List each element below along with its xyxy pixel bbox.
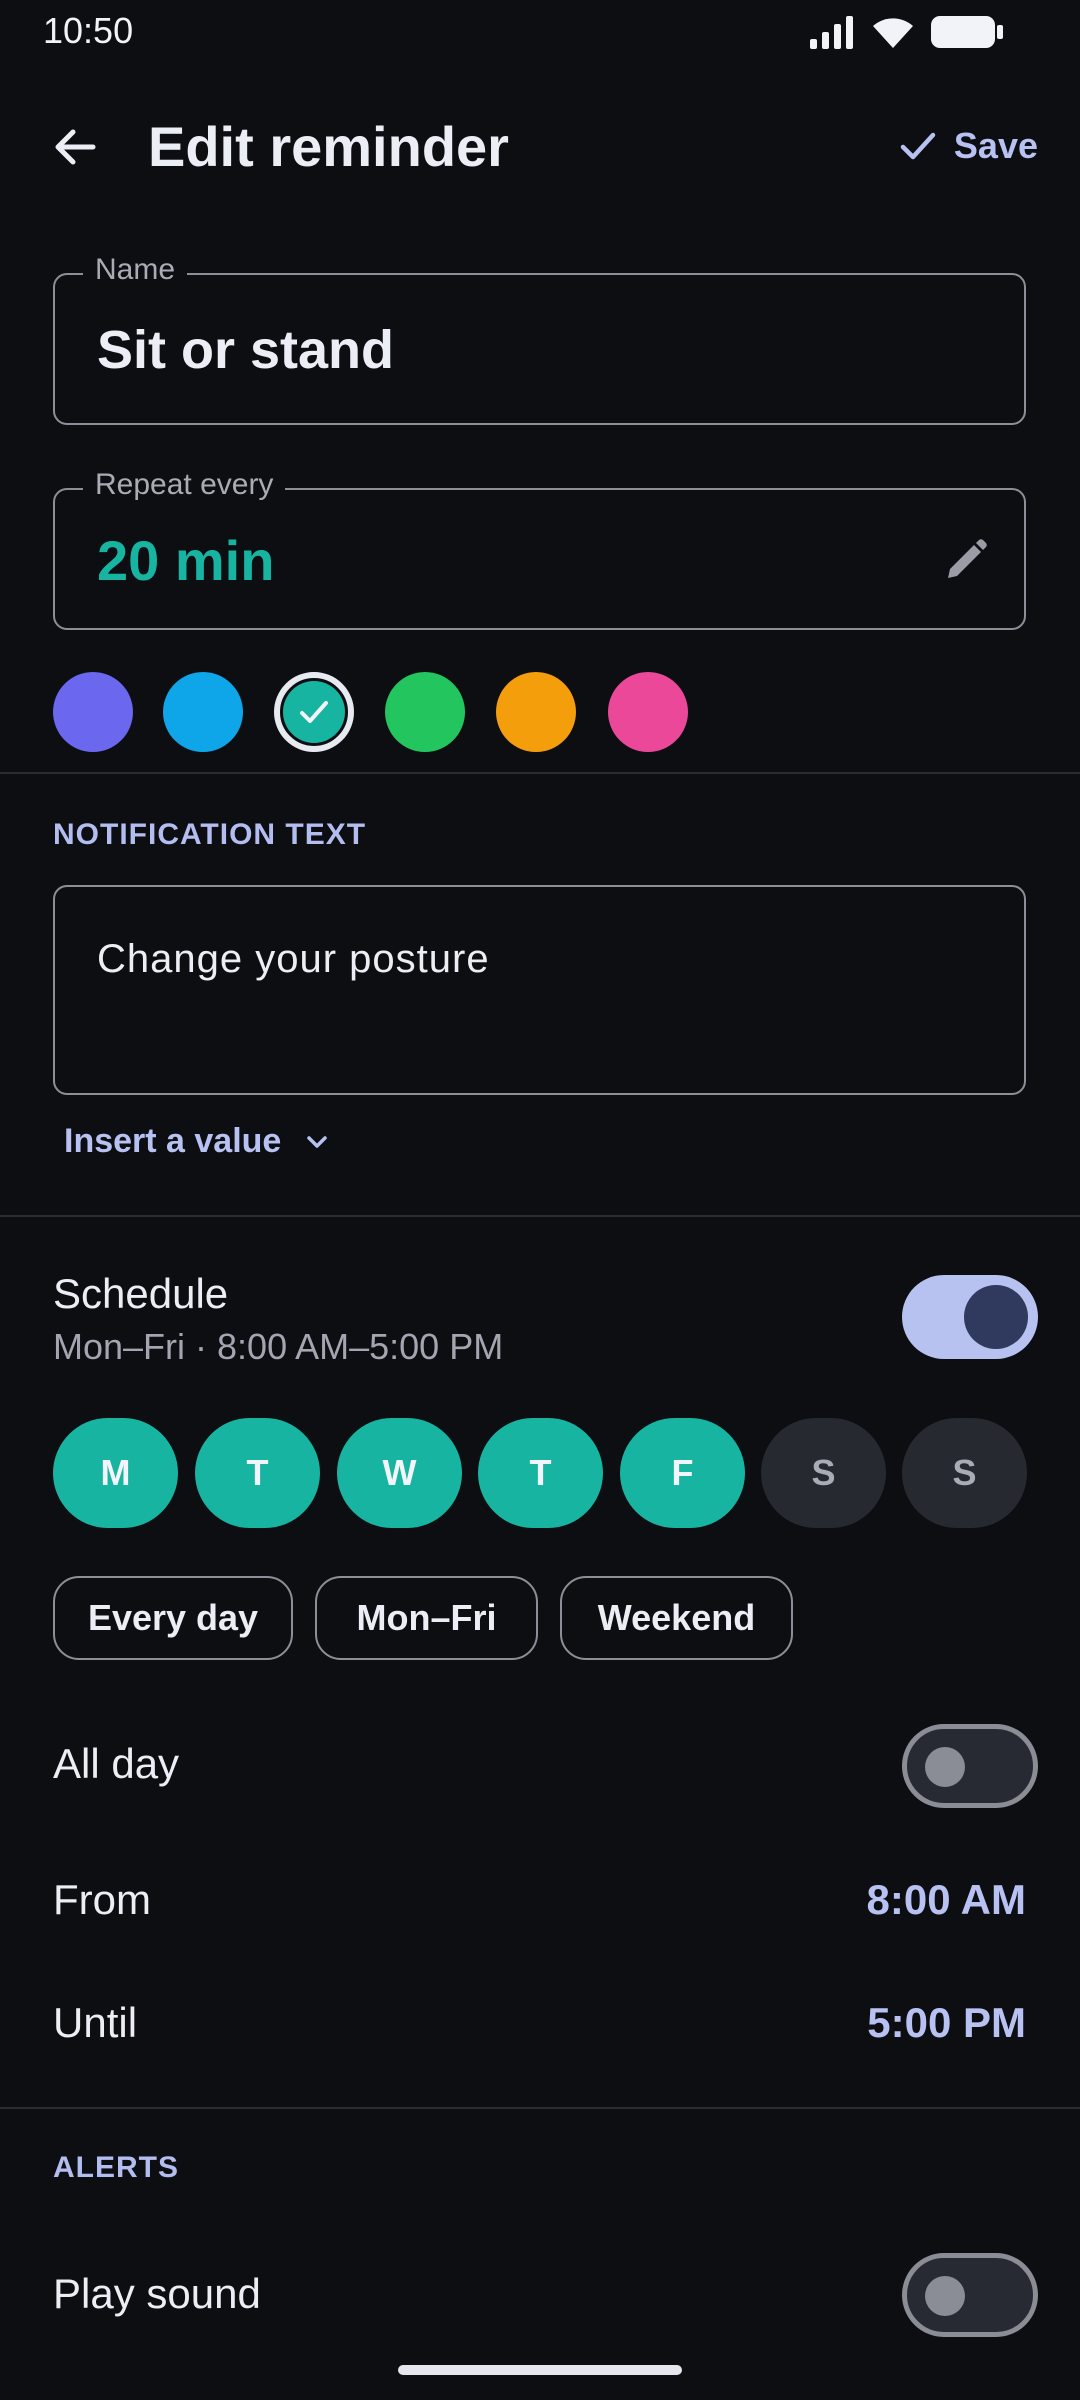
from-time-value[interactable]: 8:00 AM	[867, 1876, 1027, 1924]
day-friday[interactable]: F	[620, 1418, 745, 1528]
arrow-back-icon	[55, 129, 96, 165]
preset-mon-fri-chip[interactable]: Mon–Fri	[315, 1576, 538, 1660]
play-sound-toggle[interactable]	[902, 2253, 1038, 2337]
day-monday[interactable]: M	[53, 1418, 178, 1528]
until-time-value[interactable]: 5:00 PM	[867, 1999, 1026, 2047]
signal-icon	[810, 16, 853, 49]
preset-every-day-chip[interactable]: Every day	[53, 1576, 293, 1660]
schedule-toggle[interactable]	[902, 1275, 1038, 1359]
schedule-summary: Mon–Fri · 8:00 AM–5:00 PM	[53, 1326, 504, 1367]
status-time: 10:50	[43, 10, 134, 51]
preset-weekend-chip[interactable]: Weekend	[560, 1576, 793, 1660]
day-tuesday[interactable]: T	[195, 1418, 320, 1528]
color-swatch-amber[interactable]	[496, 672, 576, 752]
repeat-every-label: Repeat every	[83, 468, 286, 502]
back-button[interactable]	[40, 112, 110, 182]
day-thursday[interactable]: T	[478, 1418, 603, 1528]
from-label: From	[53, 1876, 151, 1923]
save-label: Save	[953, 125, 1038, 166]
wifi-icon	[873, 18, 913, 48]
color-swatch-sky[interactable]	[163, 672, 243, 752]
divider	[0, 2107, 1080, 2109]
check-icon	[900, 132, 936, 160]
color-swatch-green[interactable]	[385, 672, 465, 752]
home-indicator[interactable]	[398, 2365, 682, 2375]
name-field-label: Name	[83, 253, 188, 287]
insert-value-button[interactable]: Insert a value	[64, 1122, 331, 1161]
color-swatch-teal[interactable]	[274, 672, 354, 752]
page-title: Edit reminder	[148, 115, 509, 178]
day-saturday[interactable]: S	[761, 1418, 886, 1528]
color-swatch-pink[interactable]	[608, 672, 688, 752]
all-day-label: All day	[53, 1740, 180, 1787]
until-label: Until	[53, 1999, 138, 2046]
day-sunday[interactable]: S	[902, 1418, 1027, 1528]
name-field-value: Sit or stand	[97, 320, 395, 380]
name-field[interactable]: Name Sit or stand	[53, 253, 1026, 425]
repeat-every-value: 20 min	[97, 529, 275, 592]
divider	[0, 772, 1080, 774]
notification-section-title: NOTIFICATION TEXT	[53, 818, 367, 851]
repeat-every-field[interactable]: Repeat every 20 min	[53, 468, 1026, 630]
toggle-knob	[925, 2276, 965, 2316]
divider	[0, 1215, 1080, 1217]
battery-icon	[931, 16, 1003, 48]
alerts-section-title: ALERTS	[53, 2151, 179, 2184]
pencil-icon[interactable]	[942, 536, 990, 584]
app-bar: Edit reminder Save	[0, 90, 1080, 200]
play-sound-label: Play sound	[53, 2270, 261, 2317]
color-swatch-indigo[interactable]	[53, 672, 133, 752]
color-swatch-teal-fill	[283, 681, 345, 743]
insert-value-label: Insert a value	[64, 1122, 282, 1160]
schedule-label: Schedule	[53, 1270, 229, 1317]
day-wednesday[interactable]: W	[337, 1418, 462, 1528]
all-day-toggle[interactable]	[902, 1724, 1038, 1808]
toggle-knob	[925, 1747, 965, 1787]
check-icon	[300, 701, 328, 723]
notification-text-field[interactable]: Change your posture	[53, 885, 1026, 1095]
notification-text-value: Change your posture	[97, 937, 490, 981]
status-icons	[808, 12, 1004, 52]
chevron-down-icon	[307, 1135, 328, 1148]
save-button[interactable]: Save	[898, 116, 1038, 176]
toggle-knob	[964, 1285, 1028, 1349]
status-bar: 10:50	[0, 0, 1080, 60]
